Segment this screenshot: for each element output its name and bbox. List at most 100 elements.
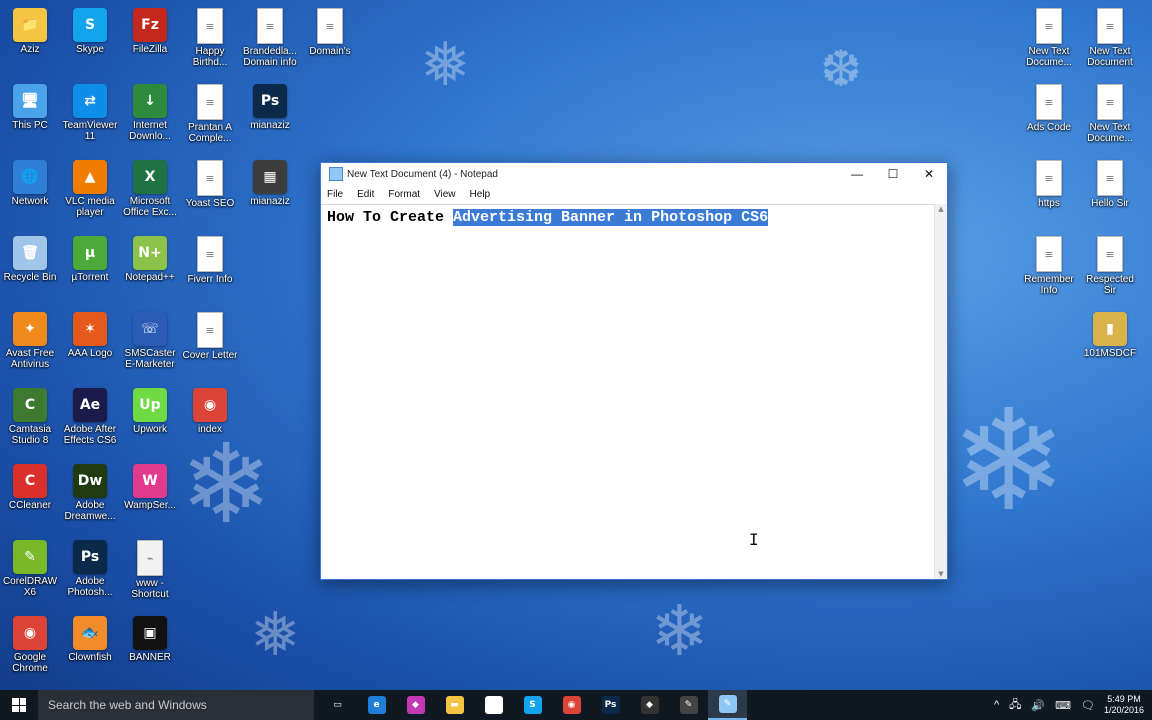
desktop-icon[interactable]: Ae Adobe After Effects CS6: [60, 386, 120, 460]
desktop-icon[interactable]: 🗑 Recycle Bin: [0, 234, 60, 308]
desktop-icon[interactable]: ✎ CorelDRAW X6: [0, 538, 60, 612]
desktop-icon[interactable]: N+ Notepad++: [120, 234, 180, 308]
desktop-icon[interactable]: ≡ New Text Docume...: [1019, 6, 1079, 80]
chrome-html-icon: ◉: [193, 388, 227, 422]
desktop-icon[interactable]: W WampSer...: [120, 462, 180, 536]
taskbar-app-store[interactable]: 🛍: [474, 690, 513, 720]
desktop-icon[interactable]: µ µTorrent: [60, 234, 120, 308]
desktop-icon[interactable]: ▦ mianaziz: [240, 158, 300, 232]
desktop-icon[interactable]: ▮ 101MSDCF: [1080, 310, 1140, 384]
desktop-icon[interactable]: Ps Adobe Photosh...: [60, 538, 120, 612]
desktop-icon[interactable]: ✦ Avast Free Antivirus: [0, 310, 60, 384]
desktop-icon[interactable]: ⌁ www - Shortcut: [120, 538, 180, 612]
desktop-icon[interactable]: ≡ Yoast SEO: [180, 158, 240, 232]
start-button[interactable]: [0, 690, 38, 720]
taskbar-app-photoshop[interactable]: Ps: [591, 690, 630, 720]
folder-icon: ▮: [1093, 312, 1127, 346]
network-icon[interactable]: 🖧: [1009, 696, 1021, 715]
avast-icon: ✦: [13, 312, 47, 346]
desktop-icon[interactable]: ☏ SMSCaster E-Marketer: [120, 310, 180, 384]
desktop-icon[interactable]: Fz FileZilla: [120, 6, 180, 80]
desktop-icon[interactable]: Up Upwork: [120, 386, 180, 460]
window-title: New Text Document (4) - Notepad: [347, 168, 498, 180]
wordpad-document-icon: ≡: [1097, 236, 1123, 272]
desktop-icon-label: Avast Free Antivirus: [5, 348, 55, 370]
computer-icon: 🖥: [13, 84, 47, 118]
desktop-icon[interactable]: ≡ Brandedla... Domain info: [240, 6, 300, 80]
menu-format[interactable]: Format: [388, 189, 420, 200]
notepad-icon: n: [329, 167, 343, 181]
desktop-icon[interactable]: ≡ Fiverr Info: [180, 234, 240, 308]
taskbar-app-task-view[interactable]: ▭: [318, 690, 357, 720]
action-center-icon[interactable]: 🗨: [1081, 699, 1095, 712]
text-document-icon: ≡: [197, 8, 223, 44]
desktop-icon[interactable]: ⇄ TeamViewer 11: [60, 82, 120, 156]
coreldraw-icon: ✎: [13, 540, 47, 574]
taskbar-app-notepad[interactable]: ✎: [708, 690, 747, 720]
scroll-down-arrow-icon[interactable]: ▼: [935, 569, 947, 579]
taskbar-app-chrome[interactable]: ◉: [552, 690, 591, 720]
desktop-icon[interactable]: C Camtasia Studio 8: [0, 386, 60, 460]
close-button[interactable]: ✕: [911, 163, 947, 185]
desktop-icon[interactable]: ≡ Respected Sir: [1080, 234, 1140, 308]
vertical-scrollbar[interactable]: ▲ ▼: [934, 204, 947, 579]
taskbar-app-app-diamond[interactable]: ◆: [630, 690, 669, 720]
desktop-icon-label: Network: [11, 196, 49, 207]
desktop-icon[interactable]: 📁 Aziz: [0, 6, 60, 80]
photoshop-icon: Ps: [73, 540, 107, 574]
desktop-icon[interactable]: Dw Adobe Dreamwe...: [60, 462, 120, 536]
desktop-icon[interactable]: ✶ AAA Logo: [60, 310, 120, 384]
desktop-icon-label: Hello Sir: [1091, 198, 1129, 209]
minimize-button[interactable]: —: [839, 163, 875, 185]
skype-icon: S: [523, 696, 542, 714]
taskbar-app-skype[interactable]: S: [513, 690, 552, 720]
desktop-icon[interactable]: ≡ Hello Sir: [1080, 158, 1140, 232]
desktop-icon[interactable]: S Skype: [60, 6, 120, 80]
desktop-icon[interactable]: 🌐 Network: [0, 158, 60, 232]
desktop-icon[interactable]: ≡ Prantan A Comple...: [180, 82, 240, 156]
desktop-icon[interactable]: ≡ Happy Birthd...: [180, 6, 240, 80]
clock[interactable]: 5:49 PM 1/20/2016: [1104, 694, 1144, 716]
notepad-window[interactable]: n New Text Document (4) - Notepad — ☐ ✕ …: [320, 162, 948, 580]
menu-file[interactable]: File: [327, 189, 343, 200]
taskbar-app-app-pen[interactable]: ✎: [669, 690, 708, 720]
desktop-icon-label: WampSer...: [124, 500, 176, 511]
desktop-icon[interactable]: 🐟 Clownfish: [60, 614, 120, 688]
taskbar-app-file-explorer[interactable]: ▬: [435, 690, 474, 720]
keyboard-icon[interactable]: ⌨: [1055, 699, 1071, 712]
desktop-icon-label: Ads Code: [1027, 122, 1071, 133]
desktop-icon[interactable]: ▲ VLC media player: [60, 158, 120, 232]
after-effects-icon: Ae: [73, 388, 107, 422]
desktop-icon-label: New Text Docume...: [1087, 122, 1133, 144]
taskbar-app-edge[interactable]: e: [357, 690, 396, 720]
taskbar-app-onenote-purple[interactable]: ◆: [396, 690, 435, 720]
desktop-icon[interactable]: Ps mianaziz: [240, 82, 300, 156]
scroll-up-arrow-icon[interactable]: ▲: [935, 204, 947, 214]
taskbar: Search the web and Windows ▭ e ◆ ▬ 🛍 S ◉ Ps ◆ ✎ ✎ …: [0, 690, 1152, 720]
tray-overflow-icon[interactable]: ^: [994, 699, 999, 711]
volume-icon[interactable]: 🔊: [1031, 699, 1045, 712]
desktop-icon[interactable]: ≡ Cover Letter: [180, 310, 240, 384]
desktop-icon[interactable]: ≡ Ads Code: [1019, 82, 1079, 156]
desktop-icon[interactable]: 🖥 This PC: [0, 82, 60, 156]
desktop-icon[interactable]: ◉ Google Chrome: [0, 614, 60, 688]
desktop-icon-label: Happy Birthd...: [192, 46, 228, 68]
desktop-icon[interactable]: ≡ New Text Document: [1080, 6, 1140, 80]
desktop-icon[interactable]: ≡ Remember Info: [1019, 234, 1079, 308]
wordpad-document-icon: ≡: [1097, 160, 1123, 196]
maximize-button[interactable]: ☐: [875, 163, 911, 185]
desktop-icon[interactable]: C CCleaner: [0, 462, 60, 536]
desktop-icon[interactable]: ≡ New Text Docume...: [1080, 82, 1140, 156]
menu-help[interactable]: Help: [470, 189, 491, 200]
desktop-icon[interactable]: X Microsoft Office Exc...: [120, 158, 180, 232]
desktop-icon[interactable]: ↓ Internet Downlo...: [120, 82, 180, 156]
notepad-title-bar[interactable]: n New Text Document (4) - Notepad — ☐ ✕: [321, 163, 947, 185]
menu-edit[interactable]: Edit: [357, 189, 374, 200]
desktop-icon[interactable]: ◉ index: [180, 386, 240, 460]
menu-view[interactable]: View: [434, 189, 456, 200]
desktop-icon[interactable]: ≡ https: [1019, 158, 1079, 232]
desktop-icon[interactable]: ≡ Domain's: [300, 6, 360, 80]
desktop-icon[interactable]: ▣ BANNER: [120, 614, 180, 688]
text-editor-area[interactable]: How To Create Advertising Banner in Phot…: [321, 204, 935, 579]
search-box[interactable]: Search the web and Windows: [38, 690, 314, 720]
